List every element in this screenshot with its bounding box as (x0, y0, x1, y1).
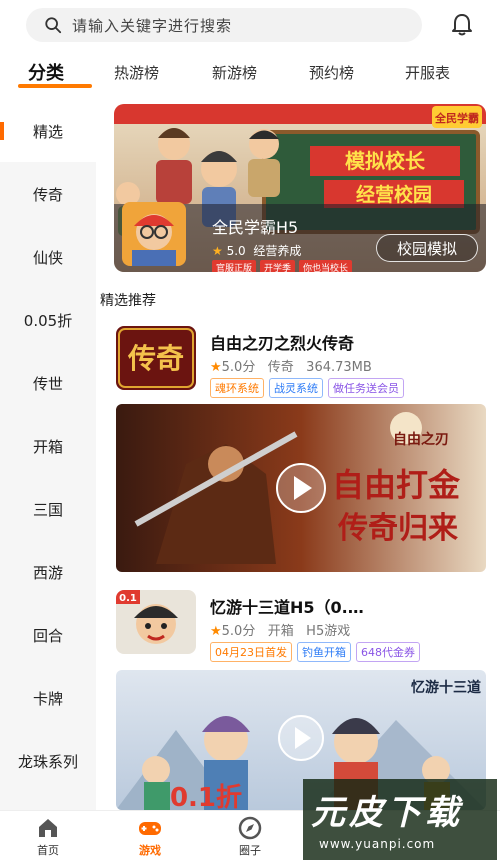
compass-icon (238, 816, 262, 840)
promo-artwork: 自由之刃 自由打金 传奇归来 (116, 404, 486, 572)
sidebar-item-label: 开箱 (32, 437, 63, 456)
sidebar-item-turnbased[interactable]: 回合 (0, 604, 96, 666)
search-bar[interactable]: 请输入关键字进行搜索 (26, 8, 422, 42)
game-tag: 648代金券 (356, 642, 420, 662)
sidebar-item-label: 传世 (32, 374, 63, 393)
promo-line-1: 自由打金 (332, 466, 461, 504)
sidebar-item-legend[interactable]: 传奇 (0, 163, 96, 225)
sidebar-item-label: 龙珠系列 (17, 752, 78, 771)
banner-game-avatar (122, 202, 186, 266)
game-icon: 0.1 (116, 590, 196, 654)
game-name: 自由之刃之烈火传奇 (210, 334, 355, 353)
watermark-logo: 元皮下载 (311, 793, 463, 833)
nav-community[interactable]: 圈子 (210, 815, 290, 858)
game-tag: 战灵系统 (269, 378, 323, 398)
gamepad-icon (139, 822, 161, 835)
search-icon (45, 17, 62, 34)
sidebar-item-chuanshi[interactable]: 传世 (0, 352, 96, 414)
icon-badge: 0.1 (119, 593, 137, 604)
banner-tag: 你也当校长 (299, 260, 353, 272)
search-placeholder: 请输入关键字进行搜索 (72, 16, 233, 35)
game-tags: 04月23日首发 钓鱼开箱 648代金券 (210, 642, 420, 662)
sidebar-item-label: 卡牌 (32, 689, 63, 708)
game-tag: 钓鱼开箱 (297, 642, 351, 662)
tab-category[interactable]: 分类 (28, 59, 64, 85)
game-icon: 传奇 (116, 326, 196, 390)
game-tag: 04月23日首发 (210, 642, 292, 662)
watermark-url: www.yuanpi.com (319, 837, 436, 851)
promo-line-1: 0.1折 (170, 783, 242, 810)
sidebar-item-label: 0.05折 (23, 311, 73, 330)
banner-headline-2: 经营校园 (356, 183, 432, 206)
sidebar-item-label: 仙侠 (32, 248, 63, 267)
sidebar-item-label: 回合 (32, 626, 63, 645)
nav-label: 首页 (37, 844, 59, 857)
game-tags: 魂环系统 战灵系统 做任务送会员 (210, 378, 404, 398)
star-icon: ★ (210, 360, 222, 375)
banner-rating: ★ 5.0 经营养成 (212, 244, 302, 258)
tab-reserve[interactable]: 预约榜 (309, 62, 354, 83)
sidebar-item-cards[interactable]: 卡牌 (0, 667, 96, 729)
bell-icon[interactable] (449, 12, 475, 38)
site-watermark: 元皮下载 www.yuanpi.com (303, 779, 497, 860)
home-icon (39, 819, 57, 837)
top-tabs: 分类 热游榜 新游榜 预约榜 开服表 (0, 56, 500, 96)
sidebar-item-featured[interactable]: 精选 (0, 100, 96, 162)
section-title: 精选推荐 (100, 293, 156, 309)
banner-game-title: 全民学霸H5 (212, 218, 299, 237)
sidebar-item-label: 传奇 (32, 185, 63, 204)
banner-action-button[interactable]: 校园模拟 (376, 234, 478, 262)
game-meta: ★5.0分 开箱 H5游戏 (210, 624, 351, 639)
promo-logo: 忆游十三道 (411, 679, 481, 696)
banner-logo: 全民学霸 (434, 111, 479, 125)
nav-home[interactable]: 首页 (8, 815, 88, 858)
game-icon-text: 传奇 (127, 342, 184, 375)
star-icon: ★ (212, 244, 223, 258)
game-list-item[interactable]: 传奇 自由之刃之烈火传奇 ★5.0分 传奇 364.73MB 魂环系统 战灵系统… (116, 326, 488, 398)
game-list-item[interactable]: 0.1 忆游十三道H5（0.… ★5.0分 开箱 H5游戏 04月23日首发 钓… (116, 590, 488, 662)
sidebar-item-discount[interactable]: 0.05折 (0, 289, 96, 351)
nav-label: 圈子 (239, 844, 261, 857)
star-icon: ★ (210, 624, 222, 639)
category-sidebar: 精选 传奇 仙侠 0.05折 传世 开箱 三国 西游 回合 卡牌 龙珠系列 (0, 100, 96, 810)
sidebar-item-label: 精选 (32, 122, 63, 141)
sidebar-item-label: 三国 (32, 500, 63, 519)
promo-line-2: 传奇归来 (337, 511, 458, 546)
nav-games[interactable]: 游戏 (110, 815, 190, 858)
active-tab-indicator (18, 84, 92, 88)
game-tag: 做任务送会员 (328, 378, 404, 398)
banner-tags: 官服正版 开学季 你也当校长 (212, 260, 353, 272)
banner-headline-1: 模拟校长 (345, 149, 426, 173)
game-promo-video[interactable]: 自由之刃 自由打金 传奇归来 (116, 404, 486, 572)
sidebar-item-sanguo[interactable]: 三国 (0, 478, 96, 540)
sidebar-item-xiyou[interactable]: 西游 (0, 541, 96, 603)
main-content: 全民学霸 模拟校长 经营校园 全民学霸H5 ★ 5.0 经营养成 校园模拟 官服… (96, 96, 500, 810)
sidebar-item-box[interactable]: 开箱 (0, 415, 96, 477)
banner-tag: 开学季 (260, 260, 296, 272)
tab-new[interactable]: 新游榜 (212, 62, 257, 83)
sidebar-item-dragonball[interactable]: 龙珠系列 (0, 730, 96, 792)
sidebar-item-xianxia[interactable]: 仙侠 (0, 226, 96, 288)
game-name: 忆游十三道H5（0.… (210, 598, 364, 617)
tab-server[interactable]: 开服表 (405, 62, 450, 83)
game-tag: 魂环系统 (210, 378, 264, 398)
nav-label: 游戏 (139, 844, 161, 857)
banner-tag: 官服正版 (212, 260, 257, 272)
tab-hot[interactable]: 热游榜 (114, 62, 159, 83)
sidebar-item-label: 西游 (32, 563, 63, 582)
game-meta: ★5.0分 传奇 364.73MB (210, 360, 372, 375)
promo-logo: 自由之刃 (393, 431, 449, 448)
featured-banner[interactable]: 全民学霸 模拟校长 经营校园 全民学霸H5 ★ 5.0 经营养成 校园模拟 官服… (114, 104, 486, 272)
